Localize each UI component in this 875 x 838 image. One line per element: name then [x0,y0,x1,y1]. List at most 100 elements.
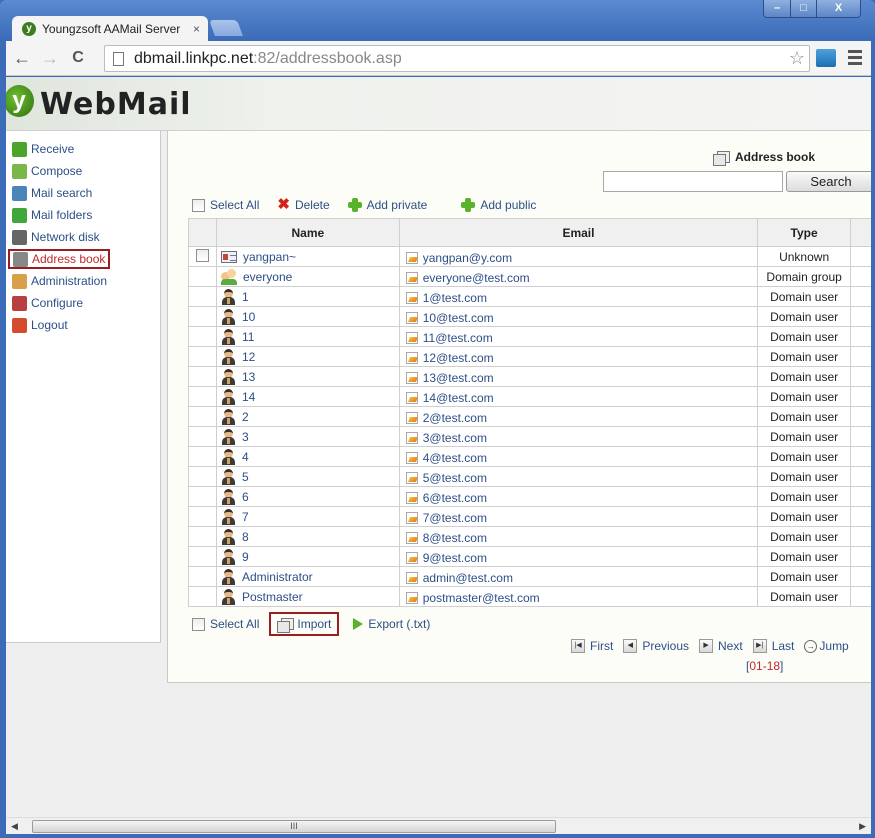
table-row[interactable]: 2 2@test.com Domain user [188,406,871,427]
table-row[interactable]: 3 3@test.com Domain user [188,426,871,447]
minimize-button[interactable]: – [764,0,790,17]
contact-email[interactable]: 7@test.com [423,511,487,525]
select-all-bottom[interactable]: Select All [192,617,259,631]
sidebar-item-mail-search[interactable]: Mail search [10,183,94,203]
table-row[interactable]: 5 5@test.com Domain user [188,466,871,487]
row-checkbox[interactable] [195,248,209,262]
bookmark-star-icon[interactable]: ☆ [789,48,805,69]
contact-name[interactable]: everyone [243,270,292,284]
contact-email[interactable]: 13@test.com [423,371,494,385]
extension-icon[interactable] [816,49,836,67]
add-private-button[interactable]: Add private [347,198,427,212]
contact-email[interactable]: 4@test.com [423,451,487,465]
last-page-button[interactable]: ▶| Last [752,639,794,653]
write-mail-icon[interactable] [405,471,418,484]
contact-name[interactable]: 9 [242,550,249,564]
contact-name[interactable]: 2 [242,410,249,424]
write-mail-icon[interactable] [405,411,418,424]
search-button[interactable]: Search [786,171,871,192]
contact-email[interactable]: 3@test.com [423,431,487,445]
browser-tab[interactable]: y Youngzsoft AAMail Server × [12,16,208,42]
export-button[interactable]: Export (.txt) [353,617,430,631]
contact-name[interactable]: yangpan~ [243,250,296,264]
write-mail-icon[interactable] [405,271,418,284]
table-row[interactable]: 13 13@test.com Domain user [188,366,871,387]
sidebar-item-configure[interactable]: Configure [10,293,85,313]
sidebar-item-administration[interactable]: Administration [10,271,109,291]
contact-email[interactable]: 2@test.com [423,411,487,425]
contact-name[interactable]: 14 [242,390,255,404]
scroll-left-icon[interactable]: ◀ [11,821,18,832]
table-row[interactable]: 12 12@test.com Domain user [188,346,871,367]
search-input[interactable] [603,171,783,192]
scroll-right-icon[interactable]: ▶ [859,821,866,832]
contact-email[interactable]: 6@test.com [423,491,487,505]
contact-email[interactable]: 8@test.com [423,531,487,545]
previous-page-button[interactable]: ◀ Previous [623,639,689,653]
contact-name[interactable]: 10 [242,310,255,324]
contact-name[interactable]: 7 [242,510,249,524]
contact-name[interactable]: Postmaster [242,590,303,604]
write-mail-icon[interactable] [405,571,418,584]
contact-email[interactable]: 14@test.com [423,391,494,405]
contact-email[interactable]: 12@test.com [423,351,494,365]
write-mail-icon[interactable] [405,511,418,524]
horizontal-scrollbar[interactable]: ◀ III ▶ [6,817,871,834]
contact-name[interactable]: Administrator [242,570,313,584]
contact-email[interactable]: 11@test.com [423,331,493,345]
write-mail-icon[interactable] [405,371,418,384]
scrollbar-thumb[interactable]: III [32,820,556,833]
contact-email[interactable]: admin@test.com [423,571,513,585]
write-mail-icon[interactable] [405,351,418,364]
contact-email[interactable]: everyone@test.com [423,271,530,285]
select-all-checkbox[interactable] [192,198,205,212]
contact-name[interactable]: 6 [242,490,249,504]
table-row[interactable]: Postmaster postmaster@test.com Domain user [188,586,871,607]
write-mail-icon[interactable] [405,531,418,544]
contact-name[interactable]: 3 [242,430,249,444]
contact-email[interactable]: 9@test.com [423,551,487,565]
write-mail-icon[interactable] [405,431,418,444]
contact-email[interactable]: yangpan@y.com [423,251,512,265]
close-window-button[interactable]: X [816,0,860,17]
first-page-button[interactable]: |◀ First [571,639,613,653]
reload-button[interactable]: C [66,49,90,67]
import-button[interactable]: Import [269,612,340,636]
jump-button[interactable]: → Jump [804,639,849,653]
maximize-button[interactable]: □ [790,0,816,17]
contact-email[interactable]: 5@test.com [423,471,487,485]
new-tab-button[interactable] [209,20,243,36]
table-row[interactable]: 10 10@test.com Domain user [188,306,871,327]
table-row[interactable]: 14 14@test.com Domain user [188,386,871,407]
write-mail-icon[interactable] [405,331,418,344]
contact-name[interactable]: 4 [242,450,249,464]
tab-close-icon[interactable]: × [193,22,200,36]
write-mail-icon[interactable] [405,311,418,324]
column-header-name[interactable]: Name [215,218,400,247]
forward-button[interactable]: → [38,48,62,69]
table-row[interactable]: 9 9@test.com Domain user [188,546,871,567]
table-row[interactable]: 7 7@test.com Domain user [188,506,871,527]
contact-name[interactable]: 11 [242,330,254,344]
column-header-type[interactable]: Type [757,218,852,247]
table-row[interactable]: 4 4@test.com Domain user [188,446,871,467]
table-row[interactable]: 1 1@test.com Domain user [188,286,871,307]
sidebar-item-mail-folders[interactable]: Mail folders [10,205,94,225]
contact-email[interactable]: 10@test.com [423,311,494,325]
table-row[interactable]: Administrator admin@test.com Domain user [188,566,871,587]
table-row[interactable]: 6 6@test.com Domain user [188,486,871,507]
delete-button[interactable]: ✖ Delete [277,197,329,212]
table-row[interactable]: 8 8@test.com Domain user [188,526,871,547]
write-mail-icon[interactable] [405,251,418,264]
column-header-email[interactable]: Email [398,218,759,247]
contact-email[interactable]: postmaster@test.com [423,591,540,605]
sidebar-item-logout[interactable]: Logout [10,315,70,335]
write-mail-icon[interactable] [405,391,418,404]
menu-icon[interactable] [848,50,862,68]
sidebar-item-network-disk[interactable]: Network disk [10,227,102,247]
address-bar[interactable]: dbmail.linkpc.net :82/addressbook.asp ☆ [104,45,810,72]
sidebar-item-receive[interactable]: Receive [10,139,76,159]
write-mail-icon[interactable] [405,491,418,504]
table-row[interactable]: 11 11@test.com Domain user [188,326,871,347]
add-public-button[interactable]: Add public [461,198,536,212]
